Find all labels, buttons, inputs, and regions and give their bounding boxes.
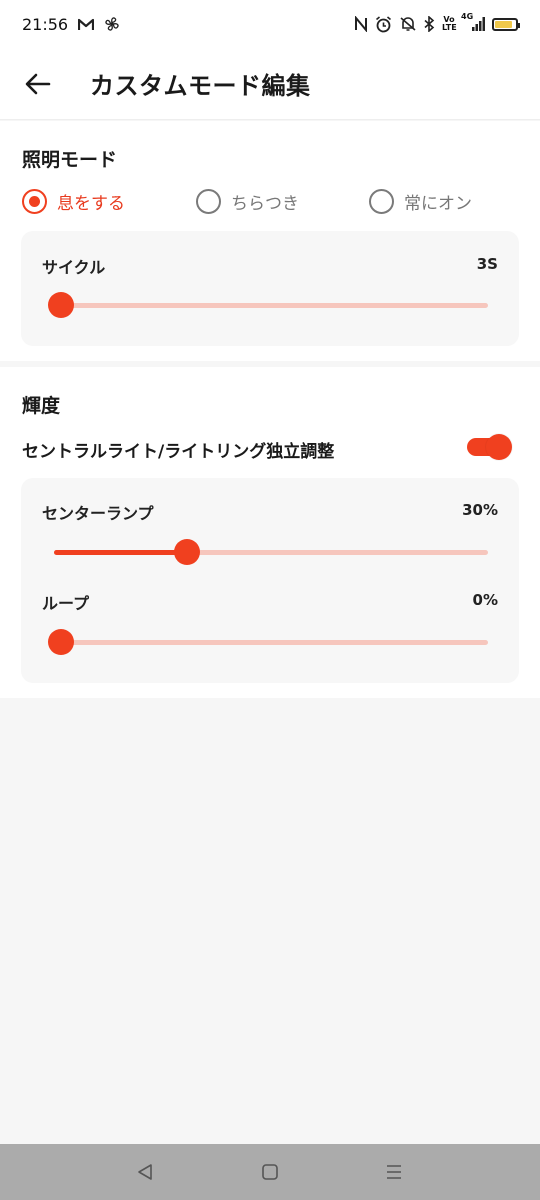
cycle-slider[interactable]	[48, 292, 488, 318]
slider-thumb[interactable]	[48, 292, 74, 318]
radio-circle-icon	[369, 188, 394, 214]
fan-icon	[104, 15, 120, 33]
menu-lines-icon	[387, 1165, 401, 1179]
cycle-panel: サイクル 3S	[21, 231, 519, 346]
battery-icon	[492, 17, 520, 31]
radio-circle-icon	[22, 188, 47, 214]
signal-icon: 4G	[461, 12, 485, 33]
back-button[interactable]	[18, 64, 58, 104]
brightness-title: 輝度	[22, 395, 61, 417]
mode-radio-label: 常にオン	[404, 193, 472, 214]
slider-fill	[54, 550, 187, 555]
loop-value: 0%	[472, 591, 498, 609]
center-lamp-label: センターランプ	[42, 504, 154, 523]
cycle-value: 3S	[476, 255, 498, 273]
square-home-icon	[262, 1164, 278, 1180]
mode-radio-label: ちらつき	[231, 193, 299, 214]
slider-thumb[interactable]	[174, 539, 200, 565]
gmail-icon	[78, 15, 95, 33]
volte-label: Vo LTE	[442, 15, 457, 32]
status-right: Vo LTE 4G	[354, 12, 520, 33]
lighting-mode-section: 照明モード 息をする ちらつき 常にオン サイクル 3S	[0, 121, 540, 361]
nfc-icon	[354, 15, 368, 33]
radio-circle-icon	[196, 188, 221, 214]
system-nav-bar	[0, 1144, 540, 1200]
status-bar: 21:56 Vo LTE 4G	[0, 0, 540, 48]
center-lamp-slider[interactable]	[54, 539, 488, 565]
arrow-left-icon	[25, 73, 51, 94]
status-left: 21:56	[22, 15, 120, 34]
loop-slider[interactable]	[48, 629, 488, 655]
center-lamp-value: 30%	[462, 501, 498, 519]
mode-radio-breathe[interactable]: 息をする	[22, 187, 125, 215]
battery-level	[495, 20, 512, 28]
nav-home-button[interactable]	[256, 1158, 284, 1186]
bluetooth-icon	[424, 15, 435, 33]
independent-adjust-toggle[interactable]	[467, 434, 512, 460]
alarm-icon	[375, 15, 392, 33]
mode-radio-flicker[interactable]: ちらつき	[196, 187, 299, 215]
app-header: カスタムモード編集	[0, 48, 540, 120]
triangle-back-icon	[138, 1164, 152, 1180]
page-title: カスタムモード編集	[90, 72, 311, 100]
status-time: 21:56	[22, 14, 69, 34]
mode-radio-label: 息をする	[57, 193, 125, 214]
volte-icon: Vo LTE	[442, 15, 457, 33]
silent-bell-icon	[399, 15, 417, 33]
brightness-section: 輝度 セントラルライト/ライトリング独立調整 センターランプ 30% ループ 0…	[0, 367, 540, 698]
mode-radio-always-on[interactable]: 常にオン	[369, 187, 472, 215]
slider-track	[54, 303, 488, 308]
nav-back-button[interactable]	[131, 1158, 159, 1186]
nav-menu-button[interactable]	[380, 1158, 408, 1186]
independent-adjust-label: セントラルライト/ライトリング独立調整	[22, 442, 335, 462]
brightness-panel: センターランプ 30% ループ 0%	[21, 478, 519, 683]
loop-label: ループ	[42, 594, 90, 613]
cycle-label: サイクル	[42, 258, 106, 277]
toggle-knob	[486, 434, 512, 460]
slider-track	[54, 640, 488, 645]
lighting-mode-radio-group: 息をする ちらつき 常にオン	[22, 187, 522, 217]
lighting-mode-title: 照明モード	[22, 149, 118, 171]
slider-thumb[interactable]	[48, 629, 74, 655]
network-label: 4G	[461, 12, 474, 21]
